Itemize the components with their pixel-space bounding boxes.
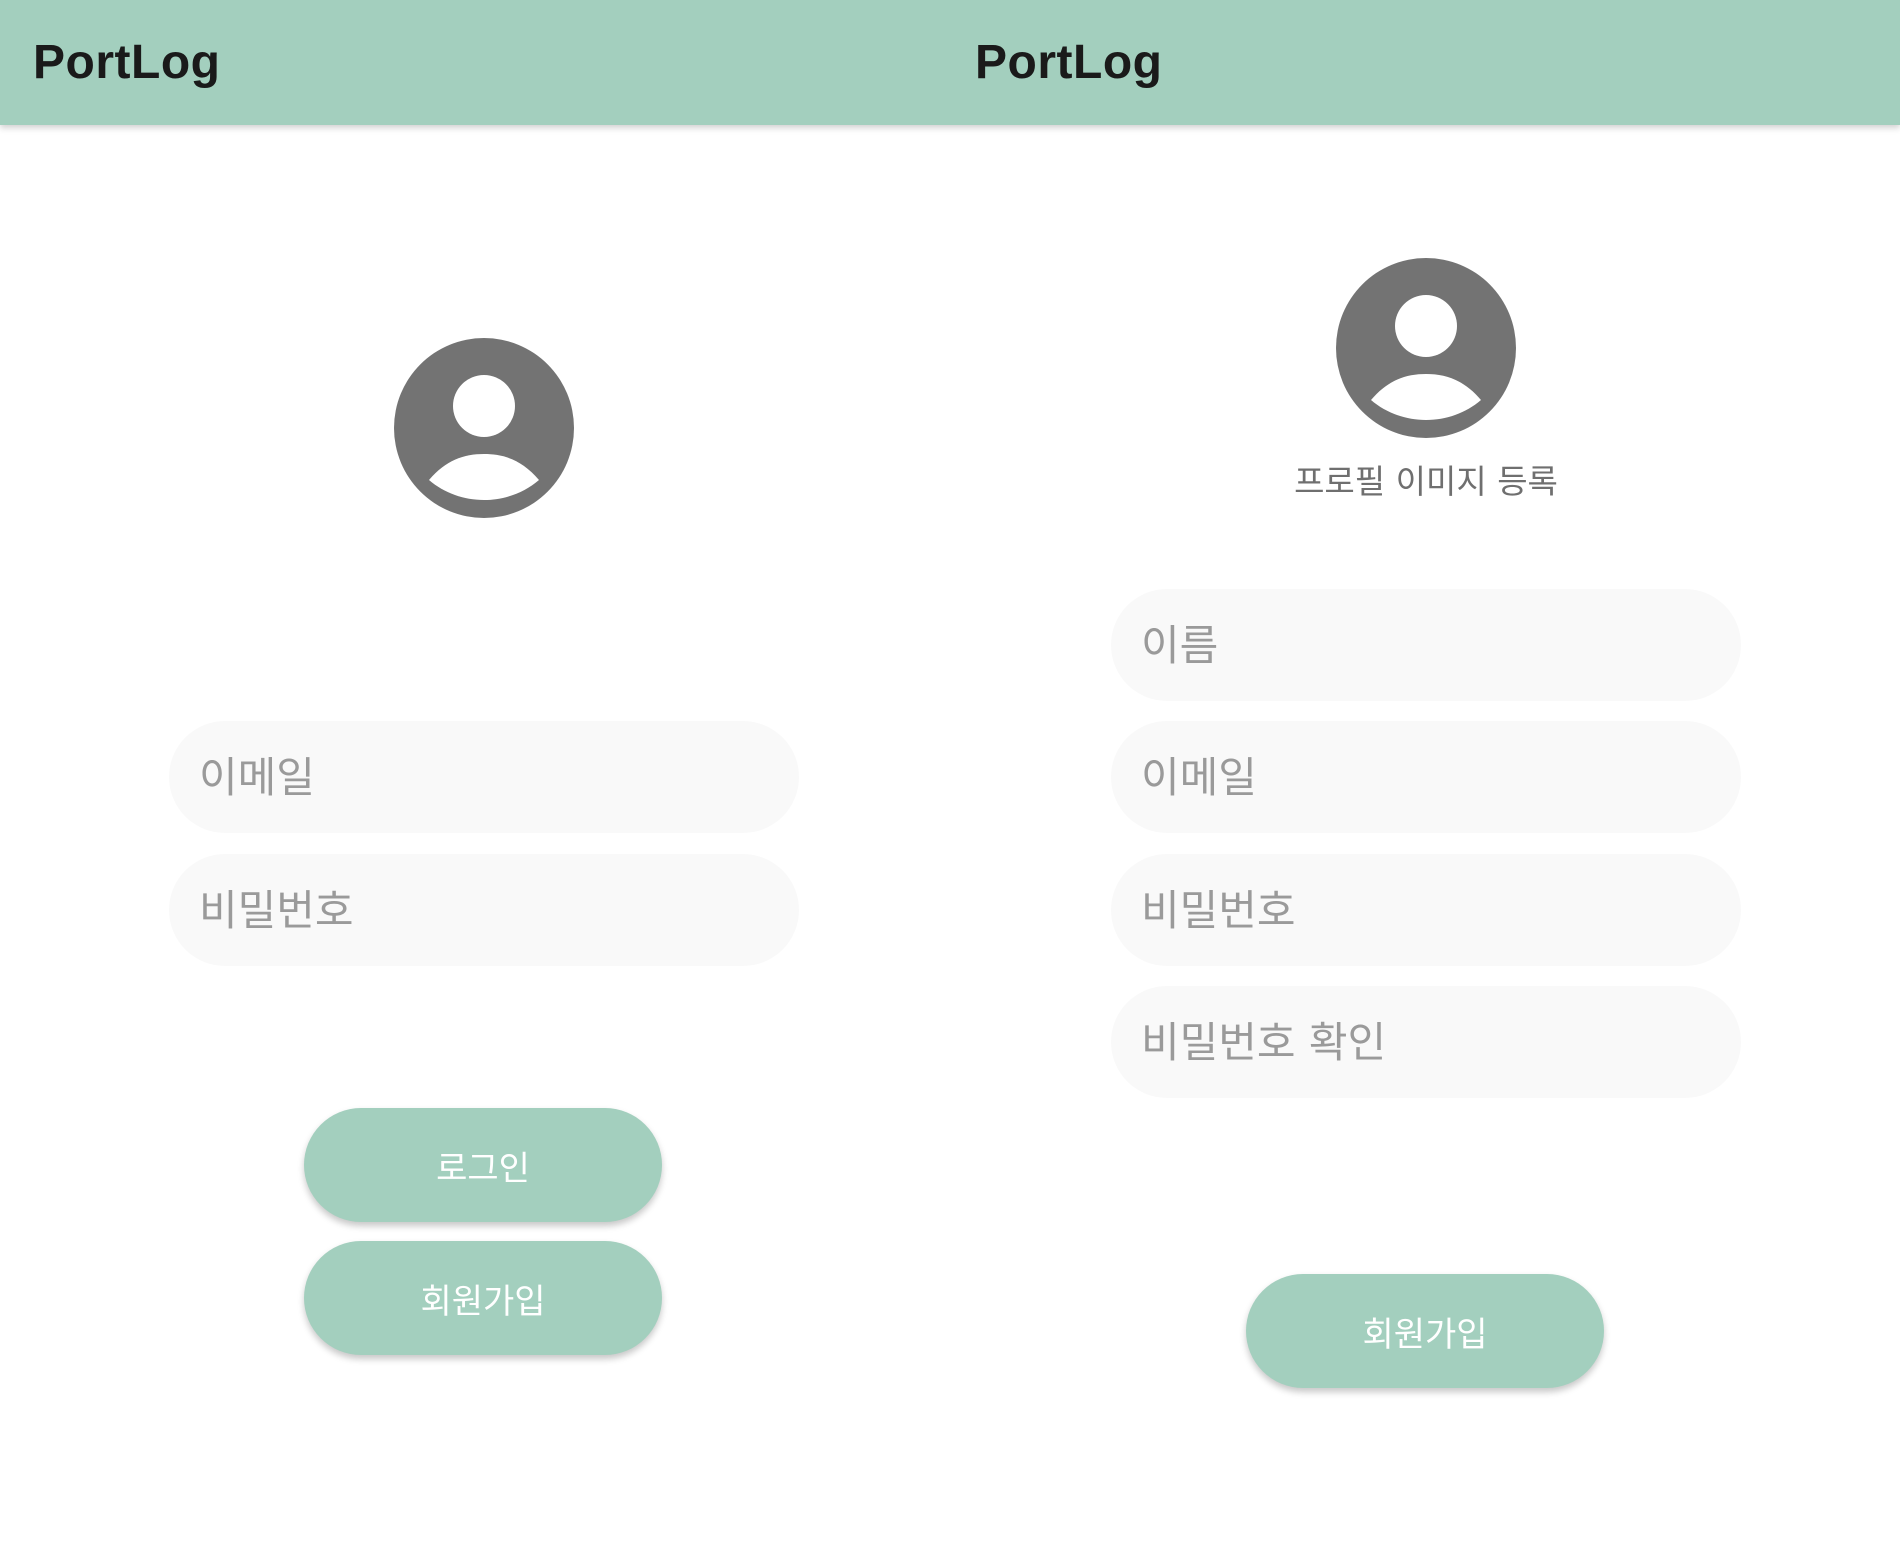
profile-image-caption[interactable]: 프로필 이미지 등록: [1226, 455, 1626, 503]
signup-email-field[interactable]: [1111, 721, 1741, 833]
account-circle-icon[interactable]: [394, 338, 574, 518]
signup-name-input[interactable]: [1111, 589, 1741, 701]
signup-name-field[interactable]: [1111, 589, 1741, 701]
signup-email-input[interactable]: [1111, 721, 1741, 833]
signup-screen: 프로필 이미지 등록 회원가입: [950, 0, 1900, 1556]
profile-image-picker-icon[interactable]: [1336, 258, 1516, 438]
page: PortLog PortLog 로그인 회원가입 프: [0, 0, 1900, 1556]
app-bar: PortLog PortLog: [0, 0, 1900, 125]
signup-password-input[interactable]: [1111, 854, 1741, 966]
signup-password-confirm-field[interactable]: [1111, 986, 1741, 1098]
signup-submit-button[interactable]: 회원가입: [1246, 1274, 1604, 1388]
go-to-signup-button[interactable]: 회원가입: [304, 1241, 662, 1355]
login-screen: 로그인 회원가입: [0, 0, 950, 1556]
login-password-field[interactable]: [169, 854, 799, 966]
login-app-title: PortLog: [33, 36, 221, 89]
signup-password-field[interactable]: [1111, 854, 1741, 966]
avatar-svg: [1336, 258, 1516, 438]
login-email-field[interactable]: [169, 721, 799, 833]
login-password-input[interactable]: [169, 854, 799, 966]
signup-app-title: PortLog: [975, 36, 1163, 89]
signup-password-confirm-input[interactable]: [1111, 986, 1741, 1098]
login-button[interactable]: 로그인: [304, 1108, 662, 1222]
avatar-svg: [394, 338, 574, 518]
login-email-input[interactable]: [169, 721, 799, 833]
